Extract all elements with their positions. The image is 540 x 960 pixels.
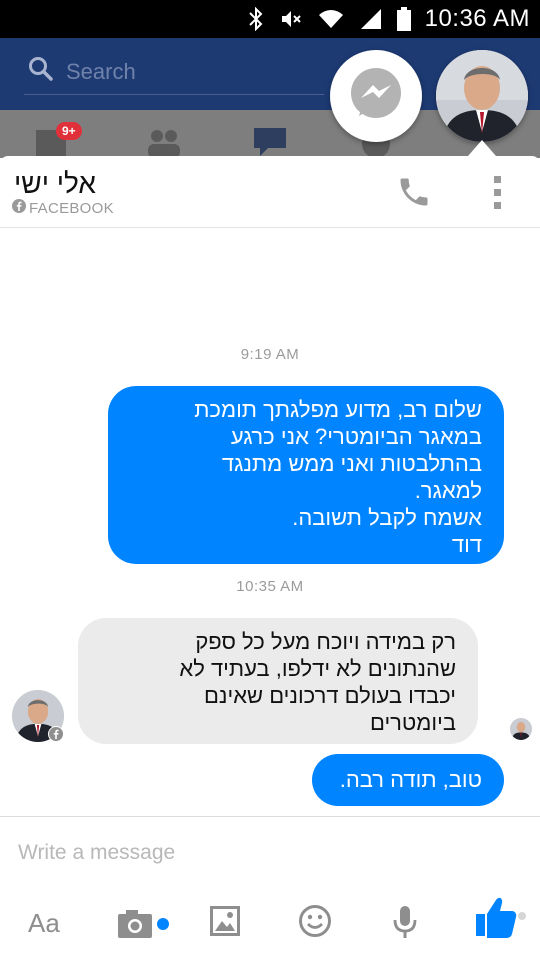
message-line: ביומטרים xyxy=(369,710,456,735)
facebook-icon xyxy=(12,199,26,218)
search-placeholder: Search xyxy=(66,58,136,84)
seen-indicator-avatar xyxy=(510,718,532,740)
signal-icon xyxy=(359,8,383,30)
search-icon xyxy=(28,56,54,87)
image-icon[interactable] xyxy=(210,906,240,941)
composer-toolbar: Aa xyxy=(0,886,540,960)
message-line: במאגר הביומטרי? אני כרגע xyxy=(230,424,482,449)
wifi-icon xyxy=(317,8,345,30)
facebook-icon xyxy=(48,726,64,742)
avatar-photo xyxy=(436,50,528,142)
conversation-panel: אלי ישי FACEBOOK 9:19 AM שלום רב, מדוע מ… xyxy=(0,156,540,960)
text-format-button[interactable]: Aa xyxy=(28,908,60,939)
outgoing-message-bubble[interactable]: טוב, תודה רבה. xyxy=(312,754,504,806)
phone-icon[interactable] xyxy=(396,174,432,215)
microphone-icon[interactable] xyxy=(392,904,418,945)
message-composer[interactable]: Write a message xyxy=(0,816,540,886)
messenger-chathead[interactable] xyxy=(330,50,422,142)
emoji-icon[interactable] xyxy=(298,904,332,943)
contact-source: FACEBOOK xyxy=(12,199,114,218)
message-line: שלום רב, מדוע מפלגתך תומכת xyxy=(194,397,482,422)
source-label: FACEBOOK xyxy=(29,200,114,217)
more-vert-icon[interactable] xyxy=(488,174,508,215)
panel-pointer xyxy=(468,140,496,156)
camera-icon[interactable] xyxy=(116,908,172,945)
search-bar[interactable]: Search xyxy=(28,56,136,87)
bluetooth-icon xyxy=(247,7,265,31)
user-chathead[interactable] xyxy=(436,50,528,142)
contact-name[interactable]: אלי ישי xyxy=(14,168,96,200)
message-line: למאגר. xyxy=(414,478,482,503)
notification-badge: 9+ xyxy=(56,122,82,140)
mute-icon xyxy=(279,7,303,31)
message-input[interactable]: Write a message xyxy=(18,841,175,865)
message-line: טוב, תודה רבה. xyxy=(339,767,482,792)
status-bar: 10:36 AM xyxy=(0,0,540,38)
message-line: דוד xyxy=(451,532,482,557)
outgoing-message-bubble[interactable]: שלום רב, מדוע מפלגתך תומכת במאגר הביומטר… xyxy=(108,386,504,564)
message-line: אשמח לקבל תשובה. xyxy=(292,505,482,530)
messenger-icon xyxy=(348,66,404,127)
like-icon[interactable] xyxy=(474,896,530,947)
message-timestamp: 10:35 AM xyxy=(236,578,304,595)
message-line: רק במידה ויוכח מעל כל ספק xyxy=(195,629,456,654)
search-underline xyxy=(24,94,324,95)
message-line: בהתלבטות ואני ממש מתנגד xyxy=(221,451,482,476)
incoming-message-bubble[interactable]: רק במידה ויוכח מעל כל ספק שהנתונים לא יד… xyxy=(78,618,478,744)
status-time: 10:36 AM xyxy=(424,5,530,32)
battery-icon xyxy=(396,7,411,31)
conversation-header: אלי ישי FACEBOOK xyxy=(0,156,540,228)
message-line: שהנתונים לא ידלפו, בעתיד לא xyxy=(179,656,456,681)
message-line: יכבדו בעולם דרכונים שאינם xyxy=(204,683,456,708)
message-timestamp: 9:19 AM xyxy=(240,346,300,363)
